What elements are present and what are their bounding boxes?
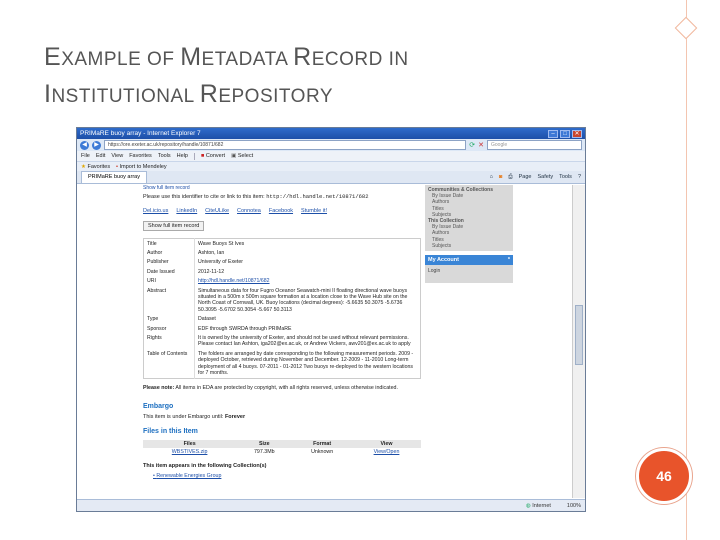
tab-primare[interactable]: PRIMaRE buoy array — [81, 171, 147, 183]
window-titlebar: PRIMaRE buoy array - Internet Explorer 7… — [77, 128, 585, 139]
favorites-bar: ★ Favorites ▪ Import to Mendeley — [77, 161, 585, 171]
uri-link[interactable]: http://hdl.handle.net/10871/682 — [194, 276, 421, 287]
url-input[interactable]: https://ore.exeter.ac.uk/repository/hand… — [104, 140, 467, 150]
show-full-record-link[interactable]: Show full item record — [143, 185, 421, 191]
page-icon: ▪ — [116, 163, 119, 170]
favorites-item-mendeley[interactable]: ▪ Import to Mendeley — [116, 164, 167, 170]
refresh-icon[interactable]: ⟳ — [469, 141, 475, 149]
select-button[interactable]: ▣ Select — [231, 153, 253, 159]
feed-icon[interactable]: ◙ — [499, 174, 502, 180]
status-zoom[interactable]: 100% — [567, 503, 581, 509]
sidebar-item-subjects[interactable]: Subjects — [428, 243, 510, 249]
show-full-record-button[interactable]: Show full item record — [143, 221, 205, 231]
table-row: Rights It is owned by the university of E… — [144, 333, 421, 350]
toolbar-tools[interactable]: Tools — [559, 174, 572, 180]
table-row: WBSTIVES.zip 797.3Mb Unknown View/Open — [143, 448, 421, 456]
status-zone: Internet — [532, 502, 551, 509]
login-box: Login — [425, 265, 513, 284]
table-row: Title Wave Buoys St Ives — [144, 238, 421, 249]
embargo-line: This item is under Embargo until: Foreve… — [143, 413, 246, 420]
table-row: Author Ashton, Ian — [144, 248, 421, 258]
sidebar: Communities & Collections By Issue Date … — [425, 185, 513, 284]
select-icon: ▣ — [231, 153, 237, 159]
menu-file[interactable]: File — [81, 153, 90, 159]
files-table: Files Size Format View WBSTIVES.zip 797.… — [143, 439, 421, 456]
table-row: Sponsor EDF through SWRDA through PRIMaRE — [144, 324, 421, 334]
sparkle-icon: * — [507, 257, 510, 264]
tab-row: PRIMaRE buoy array ⌂ ◙ ⎙ Page Safety Too… — [77, 171, 585, 184]
table-row: Table of Contents The folders are arrange… — [144, 349, 421, 379]
share-stumbleupon[interactable]: Stumble it! — [301, 208, 327, 214]
copyright-note: Please note: All items in EDA are protec… — [143, 384, 398, 391]
search-input[interactable]: Google — [487, 140, 582, 150]
convert-button[interactable]: ■ Convert — [201, 153, 225, 159]
table-row: Type Dataset — [144, 314, 421, 325]
share-facebook[interactable]: Facebook — [269, 208, 293, 214]
vertical-scrollbar[interactable] — [572, 185, 585, 498]
embargo-heading: Embargo — [143, 402, 174, 410]
table-row: Publisher University of Exeter — [144, 257, 421, 268]
status-bar: ◍ Internet 100% — [77, 499, 585, 511]
cite-line: Please use this identifier to cite or li… — [143, 193, 369, 200]
pdf-icon: ■ — [200, 153, 205, 159]
share-connotea[interactable]: Connotea — [237, 208, 261, 214]
browse-box: Communities & Collections By Issue Date … — [425, 185, 513, 252]
menu-help[interactable]: Help — [177, 153, 188, 159]
forward-button[interactable]: ▶ — [92, 140, 101, 150]
table-row: URI http://hdl.handle.net/10871/682 — [144, 276, 421, 287]
view-open-link[interactable]: View/Open — [352, 448, 421, 456]
home-icon[interactable]: ⌂ — [490, 174, 493, 180]
toolbar-page[interactable]: Page — [519, 174, 532, 180]
cite-url[interactable]: http://hdl.handle.net/10871/682 — [266, 193, 368, 200]
print-icon[interactable]: ⎙ — [508, 174, 512, 181]
maximize-button[interactable]: □ — [560, 129, 570, 138]
menu-separator — [193, 152, 195, 160]
window-title: PRIMaRE buoy array - Internet Explorer 7 — [80, 130, 201, 137]
share-delicious[interactable]: Del.icio.us — [143, 208, 168, 214]
close-button[interactable]: ✕ — [572, 129, 582, 138]
back-button[interactable]: ◀ — [80, 140, 89, 150]
share-citeulike[interactable]: CiteULike — [205, 208, 229, 214]
collections-heading: This item appears in the following Colle… — [143, 462, 267, 469]
menu-edit[interactable]: Edit — [96, 153, 105, 159]
star-icon: ★ — [81, 163, 86, 170]
slide-title: EXAMPLE OF METADATA RECORD IN INSTITUTIO… — [44, 40, 664, 114]
files-heading: Files in this Item — [143, 427, 198, 435]
menu-favorites[interactable]: Favorites — [129, 153, 152, 159]
metadata-table: Title Wave Buoys St Ives Author Ashton, Ia… — [143, 238, 421, 379]
stop-icon[interactable]: ✕ — [478, 141, 484, 149]
menu-tools[interactable]: Tools — [158, 153, 171, 159]
table-row: Date Issued 2012-11-12 — [144, 267, 421, 277]
share-links: Del.icio.us LinkedIn CiteULike Connotea … — [143, 208, 421, 214]
main-column: Show full item record Please use this id… — [143, 185, 421, 479]
table-row: Abstract Simultaneous data for four Fugro… — [144, 286, 421, 315]
browser-window: PRIMaRE buoy array - Internet Explorer 7… — [76, 127, 586, 512]
title-line-2: INSTITUTIONAL REPOSITORY — [44, 80, 333, 108]
collection-link[interactable]: • Renewable Energies Group — [143, 473, 421, 479]
files-header-row: Files Size Format View — [143, 439, 421, 448]
page-number-badge: 46 — [636, 448, 692, 504]
my-account-header: My Account * — [425, 255, 513, 266]
decorative-diamond — [674, 16, 698, 40]
address-bar: ◀ ▶ https://ore.exeter.ac.uk/repository/… — [77, 139, 585, 151]
login-link[interactable]: Login — [428, 268, 440, 274]
favorites-button[interactable]: ★ Favorites — [81, 164, 110, 170]
toolbar-safety[interactable]: Safety — [538, 174, 554, 180]
file-link[interactable]: WBSTIVES.zip — [143, 448, 236, 456]
share-linkedin[interactable]: LinkedIn — [176, 208, 197, 214]
globe-icon: ◍ — [525, 502, 531, 509]
title-line-1: EXAMPLE OF METADATA RECORD IN — [44, 43, 409, 71]
page-content: Show full item record Please use this id… — [77, 185, 571, 498]
menu-view[interactable]: View — [111, 153, 123, 159]
scroll-thumb[interactable] — [575, 305, 583, 365]
minimize-button[interactable]: – — [548, 129, 558, 138]
menu-bar: File Edit View Favorites Tools Help ■ Co… — [77, 151, 585, 161]
help-icon[interactable]: ? — [578, 174, 581, 180]
